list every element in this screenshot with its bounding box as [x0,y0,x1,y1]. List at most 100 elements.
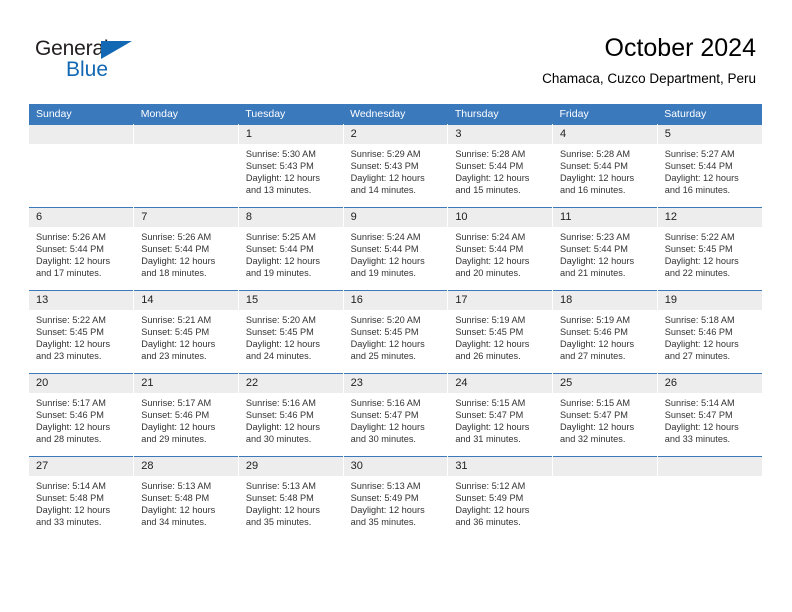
day-sun-info: Sunrise: 5:12 AM Sunset: 5:49 PM Daylight:… [448,476,552,528]
day-number: 26 [657,374,762,393]
calendar-day-cell[interactable]: 14 Sunrise: 5:21 AM Sunset: 5:45 PM Dayligh… [133,290,239,374]
calendar-day-cell[interactable]: 21 Sunrise: 5:17 AM Sunset: 5:46 PM Dayligh… [133,373,239,457]
day-number: 20 [29,374,134,393]
calendar-day-cell[interactable]: 16 Sunrise: 5:20 AM Sunset: 5:45 PM Dayligh… [343,290,449,374]
weekday-header-sunday: Sunday [29,104,134,125]
day-number: 7 [134,208,238,227]
day-sunset-text: Sunset: 5:44 PM [350,244,419,255]
sunrise-sunset-calendar: Sunday Monday Tuesday Wednesday Thursday… [29,104,762,539]
day-daylight-text: Daylight: 12 hours [36,505,111,516]
day-daylight-text: Daylight: 12 hours [455,256,530,267]
day-daylight-text: Daylight: 12 hours [245,173,320,184]
day-number: 25 [553,374,657,393]
day-daylight-text: Daylight: 12 hours [350,173,425,184]
day-sun-info: Sunrise: 5:13 AM Sunset: 5:48 PM Daylight:… [239,476,343,528]
day-sunrise-text: Sunrise: 5:12 AM [455,481,526,491]
calendar-day-cell[interactable]: 19 Sunrise: 5:18 AM Sunset: 5:46 PM Dayligh… [657,290,762,374]
title-block: October 2024 Chamaca, Cuzco Department, … [542,33,756,89]
calendar-day-cell[interactable]: 24 Sunrise: 5:15 AM Sunset: 5:47 PM Dayligh… [447,373,554,457]
day-daylight-text: and 33 minutes. [664,434,731,445]
day-number [134,125,238,144]
calendar-day-cell[interactable]: 7 Sunrise: 5:26 AM Sunset: 5:44 PM Daylight… [133,207,239,291]
weekday-header-row: Sunday Monday Tuesday Wednesday Thursday… [29,104,762,125]
day-sunset-text: Sunset: 5:47 PM [664,410,733,421]
day-daylight-text: Daylight: 12 hours [455,339,530,350]
day-sun-info: Sunrise: 5:26 AM Sunset: 5:44 PM Daylight:… [29,227,133,279]
day-sun-info: Sunrise: 5:22 AM Sunset: 5:45 PM Daylight:… [658,227,762,279]
calendar-day-cell[interactable]: 29 Sunrise: 5:13 AM Sunset: 5:48 PM Dayligh… [238,456,344,539]
day-sun-info: Sunrise: 5:26 AM Sunset: 5:44 PM Daylight:… [134,227,238,279]
day-daylight-text: Daylight: 12 hours [350,505,425,516]
calendar-day-cell[interactable]: 27 Sunrise: 5:14 AM Sunset: 5:48 PM Dayligh… [29,456,135,539]
day-sunset-text: Sunset: 5:44 PM [455,244,524,255]
calendar-day-cell[interactable]: 20 Sunrise: 5:17 AM Sunset: 5:46 PM Dayligh… [29,373,135,457]
day-sunrise-text: Sunrise: 5:24 AM [455,232,526,242]
day-sunset-text: Sunset: 5:44 PM [664,161,733,172]
calendar-day-cell[interactable]: 2 Sunrise: 5:29 AM Sunset: 5:43 PM Daylight… [343,124,449,208]
day-sunset-text: Sunset: 5:49 PM [455,493,524,504]
day-number: 12 [657,208,762,227]
calendar-day-cell[interactable]: 3 Sunrise: 5:28 AM Sunset: 5:44 PM Daylight… [447,124,554,208]
day-daylight-text: Daylight: 12 hours [350,256,425,267]
calendar-day-cell[interactable]: 23 Sunrise: 5:16 AM Sunset: 5:47 PM Dayligh… [343,373,449,457]
day-sunrise-text: Sunrise: 5:13 AM [141,481,212,491]
day-daylight-text: Daylight: 12 hours [141,505,216,516]
day-sun-info: Sunrise: 5:14 AM Sunset: 5:48 PM Daylight:… [29,476,133,528]
calendar-day-cell[interactable]: 6 Sunrise: 5:26 AM Sunset: 5:44 PM Daylight… [29,207,135,291]
calendar-day-cell[interactable]: 1 Sunrise: 5:30 AM Sunset: 5:43 PM Daylight… [238,124,344,208]
day-sun-info: Sunrise: 5:15 AM Sunset: 5:47 PM Daylight:… [448,393,552,445]
day-sunrise-text: Sunrise: 5:16 AM [350,398,421,408]
day-daylight-text: and 20 minutes. [455,268,521,279]
calendar-day-cell[interactable]: 5 Sunrise: 5:27 AM Sunset: 5:44 PM Daylight… [657,124,762,208]
page-title: October 2024 [604,34,757,62]
calendar-day-cell[interactable]: 15 Sunrise: 5:20 AM Sunset: 5:45 PM Dayligh… [238,290,344,374]
calendar-day-cell[interactable]: 17 Sunrise: 5:19 AM Sunset: 5:45 PM Dayligh… [447,290,554,374]
day-sunset-text: Sunset: 5:45 PM [455,327,524,338]
weekday-header-wednesday: Wednesday [343,104,448,125]
day-daylight-text: and 27 minutes. [664,351,731,362]
calendar-day-cell[interactable]: 30 Sunrise: 5:13 AM Sunset: 5:49 PM Dayligh… [343,456,449,539]
calendar-day-cell[interactable]: 12 Sunrise: 5:22 AM Sunset: 5:45 PM Dayligh… [657,207,762,291]
day-sunset-text: Sunset: 5:45 PM [141,327,210,338]
day-sunset-text: Sunset: 5:45 PM [36,327,104,338]
day-daylight-text: and 31 minutes. [455,434,521,445]
day-daylight-text: and 22 minutes. [664,268,731,279]
day-sunset-text: Sunset: 5:48 PM [36,493,104,504]
day-daylight-text: and 21 minutes. [560,268,626,279]
calendar-page: General Blue October 2024 Chamaca, Cuzco… [0,0,792,612]
calendar-day-cell[interactable]: 10 Sunrise: 5:24 AM Sunset: 5:44 PM Dayligh… [447,207,554,291]
day-sunrise-text: Sunrise: 5:28 AM [560,149,630,159]
day-daylight-text: and 23 minutes. [141,351,207,362]
day-daylight-text: and 18 minutes. [141,268,207,279]
calendar-day-cell[interactable]: 26 Sunrise: 5:14 AM Sunset: 5:47 PM Dayligh… [657,373,762,457]
calendar-day-cell[interactable]: 25 Sunrise: 5:15 AM Sunset: 5:47 PM Dayligh… [552,373,658,457]
calendar-week-row: 6 Sunrise: 5:26 AM Sunset: 5:44 PM Daylight… [29,207,762,291]
day-sunrise-text: Sunrise: 5:30 AM [245,149,316,159]
general-blue-logo[interactable]: General Blue [35,37,235,87]
day-daylight-text: Daylight: 12 hours [141,422,216,433]
calendar-day-cell[interactable]: 22 Sunrise: 5:16 AM Sunset: 5:46 PM Dayligh… [238,373,344,457]
calendar-day-cell[interactable]: 18 Sunrise: 5:19 AM Sunset: 5:46 PM Dayligh… [552,290,658,374]
day-daylight-text: and 19 minutes. [350,268,416,279]
day-sunset-text: Sunset: 5:45 PM [350,327,419,338]
day-sun-info: Sunrise: 5:20 AM Sunset: 5:45 PM Daylight:… [239,310,343,362]
calendar-day-cell[interactable]: 4 Sunrise: 5:28 AM Sunset: 5:44 PM Daylight… [552,124,658,208]
calendar-day-cell[interactable]: 9 Sunrise: 5:24 AM Sunset: 5:44 PM Daylight… [343,207,449,291]
calendar-day-cell[interactable]: 8 Sunrise: 5:25 AM Sunset: 5:44 PM Daylight… [238,207,344,291]
day-daylight-text: and 35 minutes. [350,517,416,528]
day-sunset-text: Sunset: 5:47 PM [455,410,524,421]
day-sun-info: Sunrise: 5:16 AM Sunset: 5:47 PM Daylight:… [344,393,448,445]
day-sunset-text: Sunset: 5:46 PM [141,410,210,421]
calendar-day-cell[interactable]: 31 Sunrise: 5:12 AM Sunset: 5:49 PM Dayligh… [447,456,554,539]
day-daylight-text: and 26 minutes. [455,351,521,362]
day-sunset-text: Sunset: 5:45 PM [664,244,733,255]
calendar-day-cell-empty [29,124,135,208]
calendar-day-cell[interactable]: 11 Sunrise: 5:23 AM Sunset: 5:44 PM Dayligh… [552,207,658,291]
day-daylight-text: Daylight: 12 hours [455,422,530,433]
calendar-day-cell[interactable]: 28 Sunrise: 5:13 AM Sunset: 5:48 PM Dayligh… [133,456,239,539]
day-number: 15 [238,291,343,310]
day-sun-info: Sunrise: 5:24 AM Sunset: 5:44 PM Daylight:… [344,227,448,279]
day-sunset-text: Sunset: 5:49 PM [350,493,419,504]
day-daylight-text: and 13 minutes. [245,185,312,196]
calendar-day-cell[interactable]: 13 Sunrise: 5:22 AM Sunset: 5:45 PM Dayligh… [29,290,135,374]
